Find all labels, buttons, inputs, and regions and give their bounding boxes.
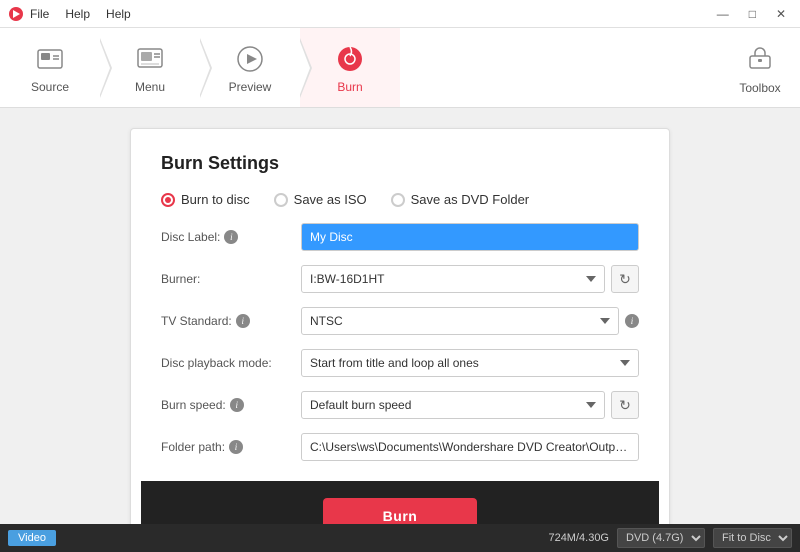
burn-area: Burn — [141, 481, 659, 524]
file-size-info: 724M/4.30G — [548, 532, 609, 544]
nav-item-menu[interactable]: Menu — [100, 28, 200, 107]
burner-label: Burner: — [161, 272, 301, 286]
burn-mode-options: Burn to disc Save as ISO Save as DVD Fol… — [161, 192, 639, 207]
main-content: Burn Settings Burn to disc Save as ISO S… — [0, 108, 800, 524]
preview-icon — [233, 42, 267, 76]
burn-icon — [333, 42, 367, 76]
burner-select[interactable]: I:BW-16D1HT — [301, 265, 605, 293]
save-as-iso-radio[interactable] — [274, 193, 288, 207]
disc-playback-label: Disc playback mode: — [161, 356, 301, 370]
burn-speed-refresh-button[interactable]: ↻ — [611, 391, 639, 419]
burn-label: Burn — [337, 80, 362, 94]
status-bar: Video 724M/4.30G DVD (4.7G) Fit to Disc — [0, 524, 800, 552]
tv-standard-row: TV Standard: i NTSC PAL i — [161, 307, 639, 335]
toolbox-label: Toolbox — [739, 81, 780, 95]
disc-type-select[interactable]: DVD (4.7G) — [617, 528, 705, 548]
burn-speed-select-wrapper: Default burn speed ↻ — [301, 391, 639, 419]
tv-standard-info-icon[interactable]: i — [236, 314, 250, 328]
save-as-iso-option[interactable]: Save as ISO — [274, 192, 367, 207]
menu-help[interactable]: Help — [65, 7, 90, 21]
disc-label-label: Disc Label: i — [161, 230, 301, 244]
fit-option-select[interactable]: Fit to Disc — [713, 528, 792, 548]
disc-label-row: Disc Label: i — [161, 223, 639, 251]
source-icon — [33, 42, 67, 76]
close-button[interactable]: ✕ — [770, 5, 792, 23]
folder-path-info-icon[interactable]: i — [229, 440, 243, 454]
video-badge: Video — [8, 530, 56, 546]
menu-bar: File Help Help — [30, 7, 131, 21]
nav-items: Source Menu Pre — [0, 28, 720, 107]
tv-standard-extra-info-icon[interactable]: i — [625, 314, 639, 328]
nav-toolbox[interactable]: Toolbox — [720, 28, 800, 107]
folder-path-row: Folder path: i — [161, 433, 639, 461]
menu-label: Menu — [135, 80, 165, 94]
menu-help2[interactable]: Help — [106, 7, 131, 21]
nav-item-preview[interactable]: Preview — [200, 28, 300, 107]
save-as-dvd-radio[interactable] — [391, 193, 405, 207]
tv-standard-controls: NTSC PAL i — [301, 307, 639, 335]
disc-label-info-icon[interactable]: i — [224, 230, 238, 244]
burn-speed-label: Burn speed: i — [161, 398, 301, 412]
minimize-button[interactable]: — — [711, 5, 735, 23]
save-as-dvd-option[interactable]: Save as DVD Folder — [391, 192, 530, 207]
burn-button[interactable]: Burn — [323, 498, 478, 524]
menu-icon — [133, 42, 167, 76]
maximize-button[interactable]: □ — [743, 5, 762, 23]
burn-speed-row: Burn speed: i Default burn speed ↻ — [161, 391, 639, 419]
burner-refresh-button[interactable]: ↻ — [611, 265, 639, 293]
settings-panel: Burn Settings Burn to disc Save as ISO S… — [130, 128, 670, 524]
folder-path-label: Folder path: i — [161, 440, 301, 454]
disc-playback-select[interactable]: Start from title and loop all ones — [301, 349, 639, 377]
toolbox-icon — [743, 40, 777, 77]
title-bar: File Help Help — □ ✕ — [0, 0, 800, 28]
tv-standard-select[interactable]: NTSC PAL — [301, 307, 619, 335]
burn-speed-select[interactable]: Default burn speed — [301, 391, 605, 419]
burn-to-disc-radio[interactable] — [161, 193, 175, 207]
tv-standard-label: TV Standard: i — [161, 314, 301, 328]
nav-bar: Source Menu Pre — [0, 28, 800, 108]
burn-to-disc-option[interactable]: Burn to disc — [161, 192, 250, 207]
nav-item-source[interactable]: Source — [0, 28, 100, 107]
burn-speed-info-icon[interactable]: i — [230, 398, 244, 412]
source-label: Source — [31, 80, 69, 94]
preview-label: Preview — [229, 80, 272, 94]
window-controls: — □ ✕ — [711, 5, 792, 23]
app-icon — [8, 6, 24, 22]
menu-file[interactable]: File — [30, 7, 49, 21]
settings-title: Burn Settings — [161, 153, 639, 174]
disc-label-input[interactable] — [301, 223, 639, 251]
burner-select-wrapper: I:BW-16D1HT ↻ — [301, 265, 639, 293]
burner-row: Burner: I:BW-16D1HT ↻ — [161, 265, 639, 293]
folder-path-input[interactable] — [301, 433, 639, 461]
nav-item-burn[interactable]: Burn — [300, 28, 400, 107]
disc-playback-row: Disc playback mode: Start from title and… — [161, 349, 639, 377]
